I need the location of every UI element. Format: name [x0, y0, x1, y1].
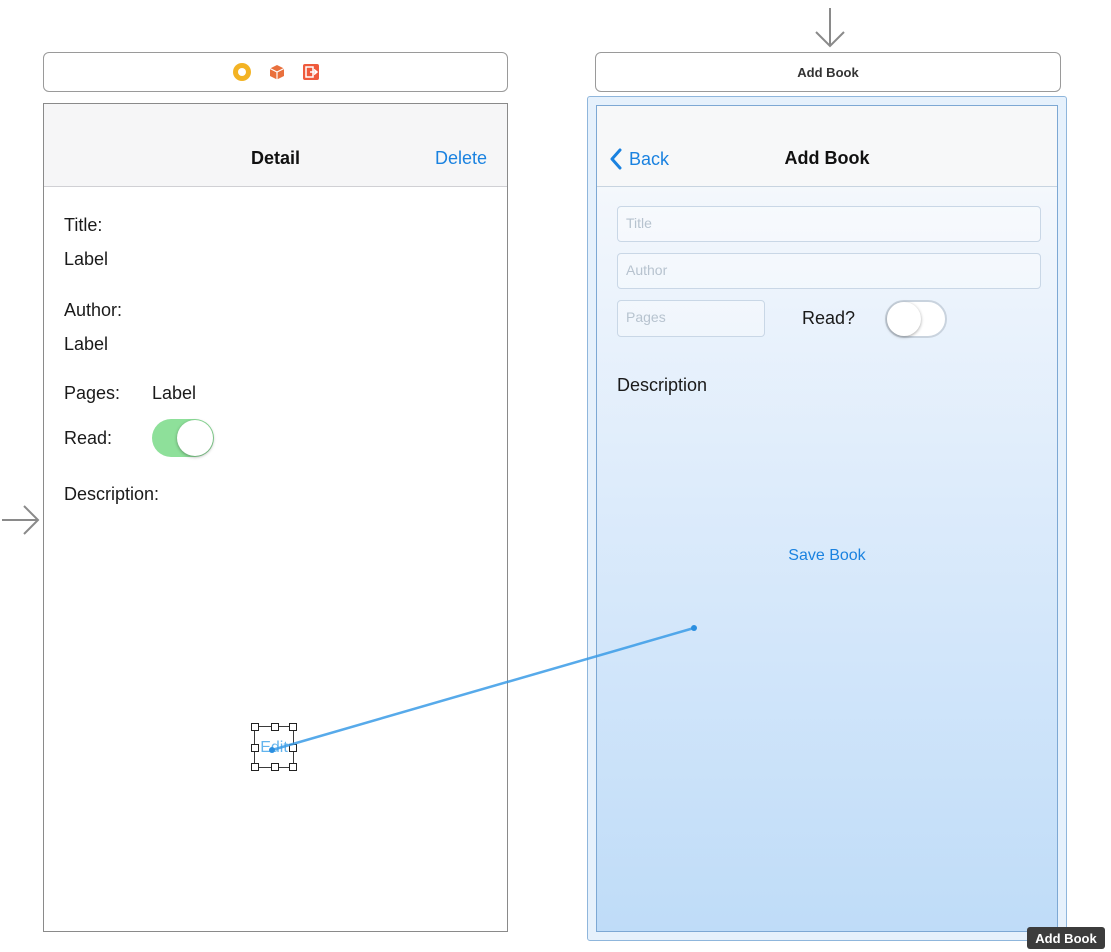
- resize-handle[interactable]: [289, 763, 297, 771]
- edit-button[interactable]: Edit: [251, 723, 297, 771]
- save-book-button[interactable]: Save Book: [597, 547, 1057, 565]
- description-caption-label: Description:: [64, 484, 160, 504]
- resize-handle[interactable]: [271, 763, 279, 771]
- dock-title: Add Book: [797, 64, 859, 80]
- navigation-bar: Back Add Book: [597, 106, 1057, 187]
- resize-handle[interactable]: [289, 744, 297, 752]
- detail-scene[interactable]: Detail Delete Title: Label Author: Label…: [43, 103, 508, 932]
- view-controller-icon[interactable]: [232, 63, 251, 81]
- pages-value-label: Label: [152, 383, 197, 403]
- title-field[interactable]: Title: [617, 206, 1041, 242]
- read-switch[interactable]: [885, 300, 947, 338]
- title-caption-label: Title:: [64, 215, 103, 235]
- add-book-scene[interactable]: Back Add Book Title Author Pages Read? D…: [587, 96, 1067, 941]
- resize-handle[interactable]: [289, 723, 297, 731]
- read-caption-label: Read?: [802, 308, 856, 328]
- title-value-label: Label: [64, 249, 109, 269]
- entry-arrow-icon: [815, 8, 845, 48]
- nav-title: Add Book: [784, 148, 870, 168]
- read-caption-label: Read:: [64, 428, 113, 448]
- resize-handle[interactable]: [251, 723, 259, 731]
- author-caption-label: Author:: [64, 300, 123, 320]
- resize-handle[interactable]: [251, 744, 259, 752]
- tooltip: Add Book: [1027, 927, 1105, 949]
- author-value-label: Label: [64, 334, 109, 354]
- resize-handle[interactable]: [251, 763, 259, 771]
- delete-button[interactable]: Delete: [435, 148, 487, 169]
- author-field[interactable]: Author: [617, 253, 1041, 289]
- read-switch[interactable]: [152, 419, 214, 457]
- pages-field[interactable]: Pages: [617, 300, 765, 337]
- switch-knob: [887, 302, 921, 336]
- description-caption-label: Description: [617, 375, 708, 395]
- add-book-scene-dock[interactable]: Add Book: [595, 52, 1061, 92]
- first-responder-icon[interactable]: [269, 64, 285, 80]
- navigation-bar: Detail Delete: [44, 104, 507, 187]
- add-book-scene-view: Back Add Book Title Author Pages Read? D…: [596, 105, 1058, 932]
- exit-icon[interactable]: [302, 64, 319, 80]
- resize-handle[interactable]: [271, 723, 279, 731]
- pages-caption-label: Pages:: [64, 383, 121, 403]
- detail-scene-dock[interactable]: [43, 52, 508, 92]
- edit-button-label: Edit: [260, 739, 288, 756]
- incoming-segue-arrow-icon: [2, 505, 40, 535]
- switch-knob: [177, 420, 213, 456]
